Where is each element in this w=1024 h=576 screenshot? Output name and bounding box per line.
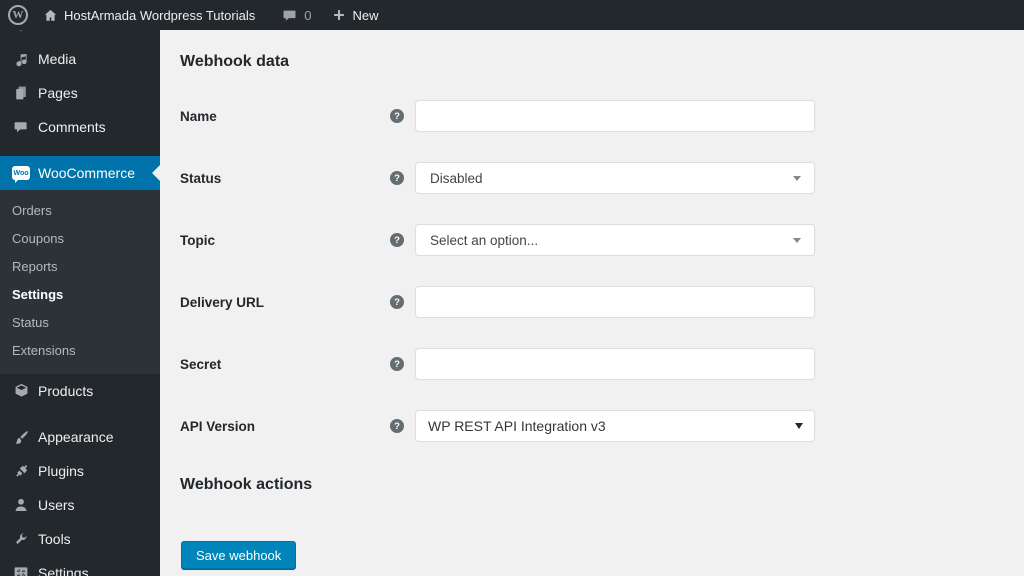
help-icon[interactable]: ? [390, 357, 404, 371]
name-label: Name [180, 108, 217, 124]
sidebar-item-label: Appearance [38, 429, 114, 445]
secret-input[interactable] [415, 348, 815, 380]
form-row-secret: Secret ? [180, 347, 1024, 381]
woocommerce-icon: Woo [12, 164, 30, 183]
submenu-item-extensions[interactable]: Extensions [0, 336, 160, 364]
select-arrow-icon [795, 423, 803, 429]
submenu-item-status[interactable]: Status [0, 308, 160, 336]
sidebar-item-media[interactable]: Media [0, 42, 160, 76]
help-icon[interactable]: ? [390, 419, 404, 433]
sidebar-item-appearance[interactable]: Appearance [0, 420, 160, 454]
webhook-settings-panel: Webhook data Name ? Status ? Disabled To… [160, 30, 1024, 576]
sidebar-item-label: Comments [38, 119, 106, 135]
woocommerce-submenu: Orders Coupons Reports Settings Status E… [0, 190, 160, 374]
sidebar-item-label: Plugins [38, 463, 84, 479]
save-webhook-button[interactable]: Save webhook [181, 541, 297, 569]
name-input[interactable] [415, 100, 815, 132]
topic-label: Topic [180, 232, 215, 248]
webhook-data-title: Webhook data [180, 53, 290, 70]
comment-bubble-icon [282, 8, 297, 23]
sidebar-item-label: Settings [38, 565, 89, 576]
sidebar-item-comments[interactable]: Comments [0, 110, 160, 144]
sidebar-item-plugins[interactable]: Plugins [0, 454, 160, 488]
submenu-item-settings[interactable]: Settings [0, 280, 160, 308]
wordpress-admin-screen: Posts Media Pages Comments Woo WooC [0, 0, 1024, 576]
comments-icon [12, 118, 30, 136]
delivery-url-input[interactable] [415, 286, 815, 318]
help-icon[interactable]: ? [390, 295, 404, 309]
plus-icon [332, 8, 346, 22]
home-icon [43, 8, 58, 23]
form-row-name: Name ? [180, 99, 1024, 133]
topic-selected-value: Select an option... [430, 232, 539, 248]
sidebar-item-settings[interactable]: Settings [0, 556, 160, 576]
products-box-icon [12, 382, 30, 400]
submenu-item-orders[interactable]: Orders [0, 196, 160, 224]
sidebar-item-woocommerce[interactable]: Woo WooCommerce [0, 156, 160, 190]
submenu-item-coupons[interactable]: Coupons [0, 224, 160, 252]
paintbrush-icon [12, 428, 30, 446]
site-name-link[interactable]: HostArmada Wordpress Tutorials [43, 0, 255, 30]
sidebar-item-pages[interactable]: Pages [0, 76, 160, 110]
submenu-item-reports[interactable]: Reports [0, 252, 160, 280]
api-version-select[interactable]: WP REST API Integration v3 [415, 410, 815, 442]
comment-count: 0 [304, 7, 312, 23]
sidebar-item-products[interactable]: Products [0, 374, 160, 408]
form-row-api-version: API Version ? WP REST API Integration v3 [180, 409, 1024, 443]
webhook-actions-title: Webhook actions [180, 476, 313, 493]
topic-dropdown[interactable]: Select an option... [415, 224, 815, 256]
site-name: HostArmada Wordpress Tutorials [64, 7, 256, 23]
sidebar-item-label: Pages [38, 85, 78, 101]
menu-separator [0, 408, 160, 420]
status-dropdown[interactable]: Disabled [415, 162, 815, 194]
help-icon[interactable]: ? [390, 171, 404, 185]
status-label: Status [180, 170, 222, 186]
sidebar-item-label: WooCommerce [38, 165, 135, 181]
new-content-button[interactable]: New [332, 0, 378, 30]
settings-sliders-icon [12, 564, 30, 576]
status-selected-value: Disabled [430, 170, 483, 186]
sidebar-item-label: Media [38, 51, 77, 67]
secret-label: Secret [180, 356, 222, 372]
chevron-down-icon [793, 176, 801, 181]
sidebar-item-label: Tools [38, 531, 71, 547]
sidebar-item-label: Users [38, 497, 75, 513]
api-version-label: API Version [180, 418, 256, 434]
sidebar-item-label: Products [38, 383, 94, 399]
form-row-topic: Topic ? Select an option... [180, 223, 1024, 257]
user-icon [12, 496, 30, 514]
wordpress-logo-icon[interactable]: W [8, 5, 28, 25]
api-version-selected-value: WP REST API Integration v3 [428, 418, 606, 434]
pages-icon [12, 84, 30, 102]
menu-separator [0, 144, 160, 156]
chevron-down-icon [793, 238, 801, 243]
sidebar-item-tools[interactable]: Tools [0, 522, 160, 556]
admin-bar: W HostArmada Wordpress Tutorials 0 New [0, 0, 1024, 30]
plugin-icon [12, 462, 30, 480]
form-row-delivery-url: Delivery URL ? [180, 285, 1024, 319]
form-row-status: Status ? Disabled [180, 161, 1024, 195]
help-icon[interactable]: ? [390, 233, 404, 247]
comments-link[interactable]: 0 [282, 0, 311, 30]
sidebar: Posts Media Pages Comments Woo WooC [0, 0, 160, 576]
new-label: New [352, 7, 379, 23]
help-icon[interactable]: ? [390, 109, 404, 123]
media-icon [12, 50, 30, 68]
delivery-url-label: Delivery URL [180, 294, 265, 310]
wrench-icon [12, 530, 30, 548]
sidebar-item-users[interactable]: Users [0, 488, 160, 522]
